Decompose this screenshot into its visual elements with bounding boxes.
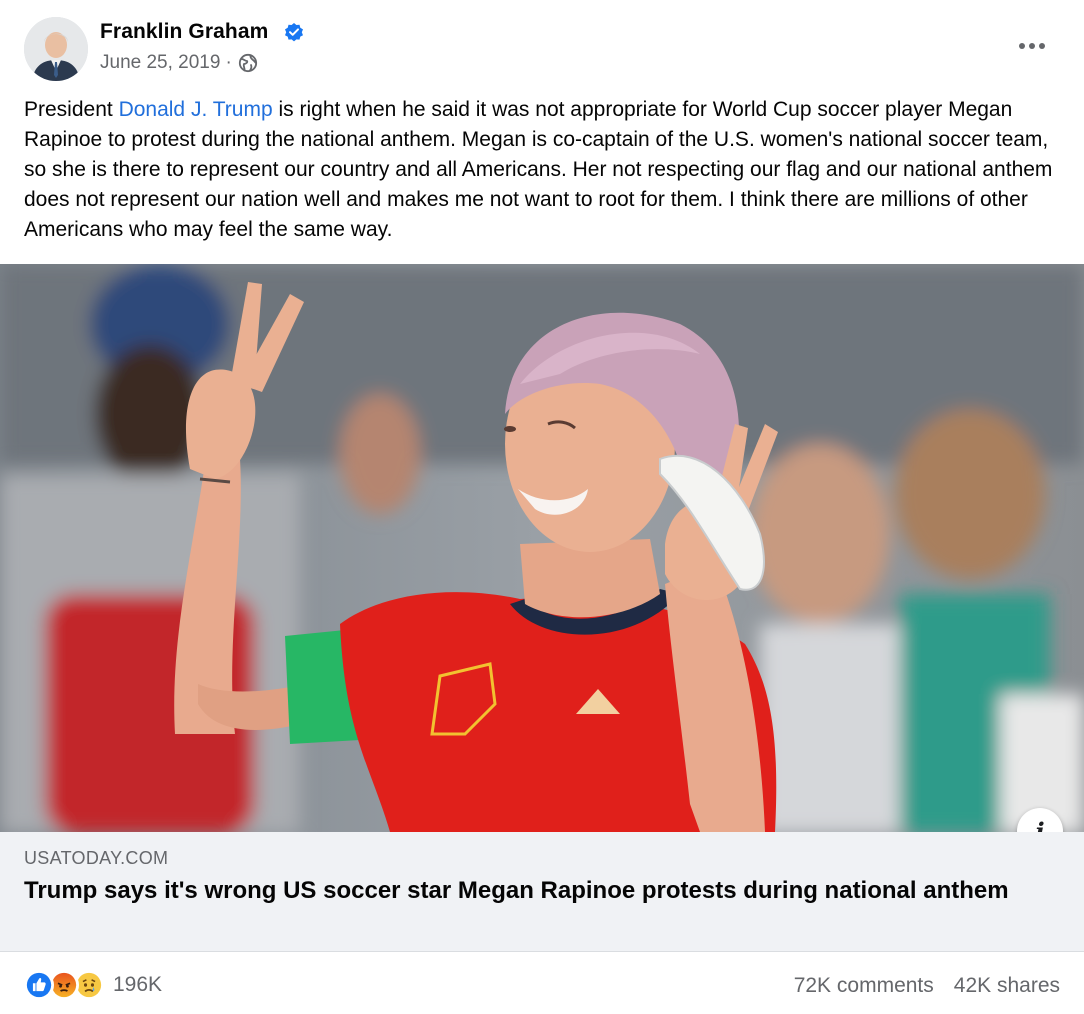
comments-count[interactable]: 72K comments bbox=[794, 974, 934, 998]
shares-count[interactable]: 42K shares bbox=[954, 974, 1060, 998]
link-preview-image[interactable] bbox=[0, 264, 1084, 832]
like-reaction-icon bbox=[24, 970, 54, 1000]
more-options-icon bbox=[1019, 43, 1045, 49]
author-name[interactable]: Franklin Graham bbox=[100, 20, 268, 44]
link-title[interactable]: Trump says it's wrong US soccer star Meg… bbox=[24, 876, 1024, 906]
post-meta: June 25, 2019 · bbox=[100, 52, 258, 74]
soccer-player-photo bbox=[0, 264, 1084, 832]
reaction-count[interactable]: 196K bbox=[113, 973, 162, 997]
link-domain: USATODAY.COM bbox=[24, 848, 169, 868]
globe-icon bbox=[238, 53, 257, 73]
link-preview[interactable]: USATODAY.COM Trump says it's wrong US so… bbox=[0, 832, 1084, 952]
post-stats: 72K comments 42K shares bbox=[794, 974, 1060, 998]
post-text-intro: President bbox=[24, 98, 119, 121]
post-text: President Donald J. Trump is right when … bbox=[24, 95, 1064, 245]
mention-link[interactable]: Donald J. Trump bbox=[119, 98, 273, 121]
post-date[interactable]: June 25, 2019 bbox=[100, 52, 220, 74]
author-avatar[interactable] bbox=[24, 17, 88, 81]
reactions-summary[interactable]: 196K bbox=[24, 970, 162, 1000]
engagement-bar: 196K 72K comments 42K shares bbox=[0, 952, 1084, 1014]
verified-badge-icon bbox=[285, 23, 303, 42]
more-options-button[interactable] bbox=[1014, 32, 1050, 60]
meta-separator: · bbox=[225, 52, 232, 73]
facebook-post: Franklin Graham June 25, 2019 · Presiden… bbox=[0, 0, 1084, 1014]
